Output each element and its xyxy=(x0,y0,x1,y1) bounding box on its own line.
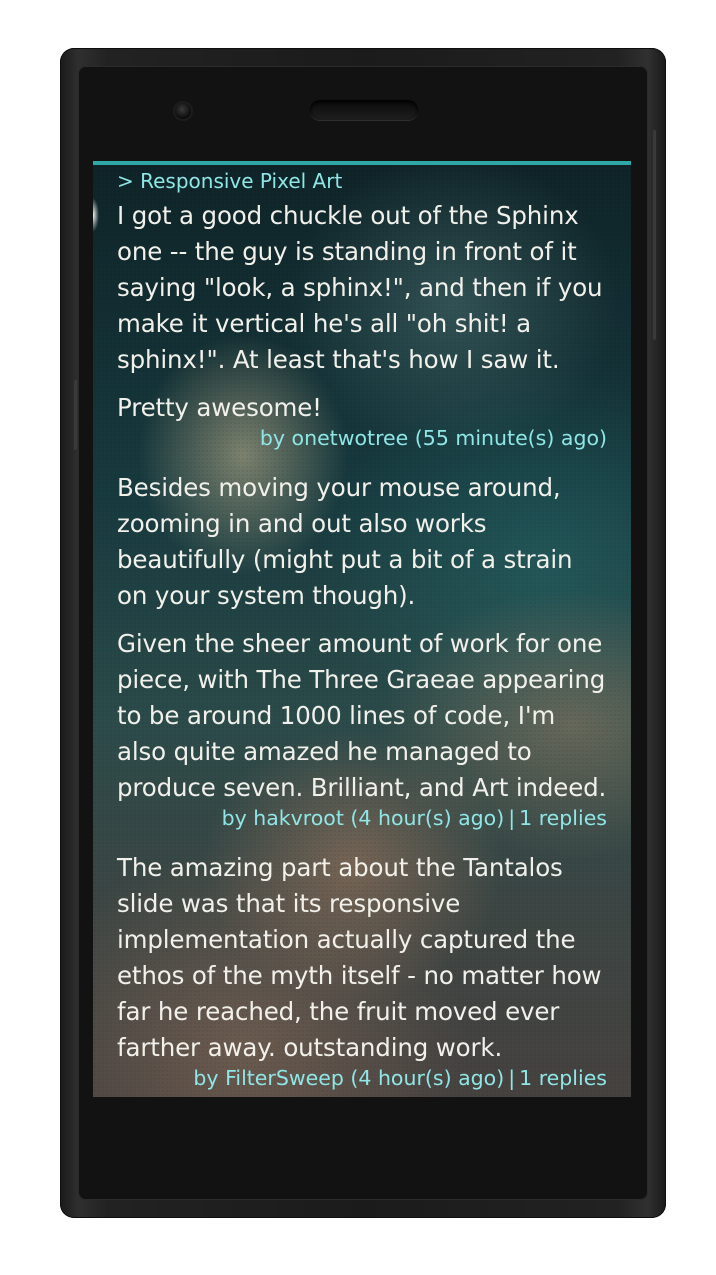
replies-link[interactable]: 1 replies xyxy=(519,806,607,830)
comment-meta[interactable]: by FilterSweep (4 hour(s) ago) | 1 replies xyxy=(117,1064,607,1092)
comment-text: Given the sheer amount of work for one p… xyxy=(117,629,607,802)
comment-text: Pretty awesome! xyxy=(117,393,322,422)
screen[interactable]: > Responsive Pixel Art I got a good chuc… xyxy=(93,161,631,1097)
front-camera-icon xyxy=(175,103,191,119)
comment-author-link[interactable]: by FilterSweep (4 hour(s) ago) xyxy=(193,1066,504,1090)
comment-list[interactable]: > Responsive Pixel Art I got a good chuc… xyxy=(93,165,631,1092)
comment-text: The amazing part about the Tantalos slid… xyxy=(117,853,602,1062)
comment-meta[interactable]: by onetwotree (55 minute(s) ago) xyxy=(117,424,607,452)
side-button xyxy=(653,130,656,340)
comment-author-link[interactable]: by hakvroot (4 hour(s) ago) xyxy=(222,806,505,830)
replies-link[interactable]: 1 replies xyxy=(519,1066,607,1090)
pulley-menu-indicator[interactable] xyxy=(93,198,105,232)
comment[interactable]: The amazing part about the Tantalos slid… xyxy=(117,850,607,1092)
speaker-grille xyxy=(310,100,418,120)
comment-text: Besides moving your mouse around, zoomin… xyxy=(117,473,573,610)
comment-meta[interactable]: by hakvroot (4 hour(s) ago) | 1 replies xyxy=(117,804,607,832)
comment-text: I got a good chuckle out of the Sphinx o… xyxy=(117,201,603,374)
comment[interactable]: I got a good chuckle out of the Sphinx o… xyxy=(117,198,607,452)
meta-separator: | xyxy=(508,806,516,830)
volume-button xyxy=(74,380,77,450)
breadcrumb[interactable]: > Responsive Pixel Art xyxy=(117,168,607,194)
meta-separator: | xyxy=(508,1066,516,1090)
comment[interactable]: Besides moving your mouse around, zoomin… xyxy=(117,470,607,832)
